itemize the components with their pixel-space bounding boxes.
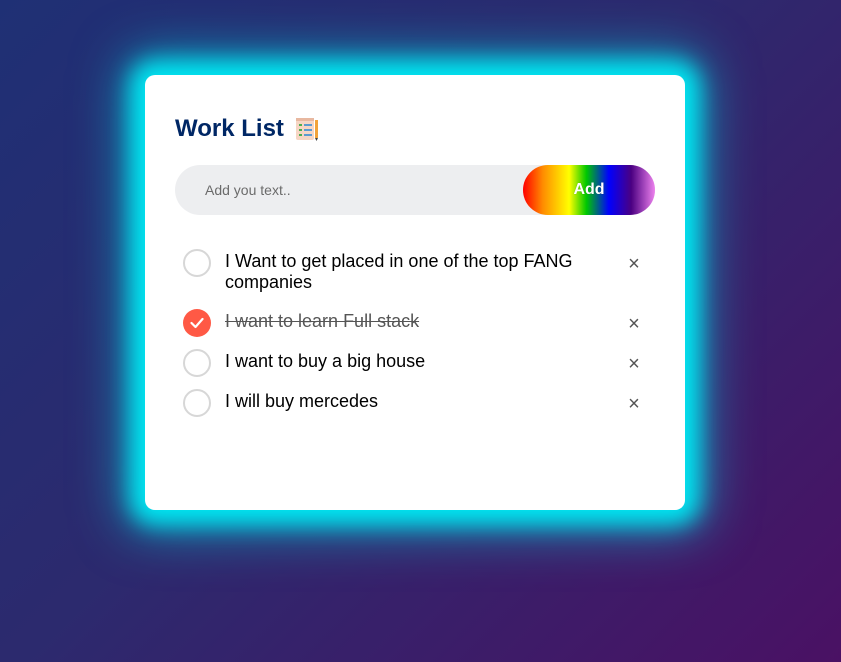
task-list: I Want to get placed in one of the top F…	[175, 245, 655, 425]
delete-task-button[interactable]: ×	[621, 391, 647, 417]
list-item[interactable]: I want to buy a big house ×	[175, 345, 655, 385]
checked-circle-icon[interactable]	[183, 309, 211, 337]
task-text: I Want to get placed in one of the top F…	[225, 251, 573, 292]
list-item[interactable]: I want to learn Full stack ×	[175, 305, 655, 345]
list-item[interactable]: I Want to get placed in one of the top F…	[175, 245, 655, 305]
add-button[interactable]: Add	[523, 165, 655, 215]
unchecked-circle-icon[interactable]	[183, 349, 211, 377]
page-title: Work List	[175, 115, 284, 142]
clipboard-list-icon	[294, 116, 320, 142]
delete-task-button[interactable]: ×	[621, 251, 647, 277]
add-task-row: Add	[175, 164, 655, 216]
check-mark-icon	[190, 317, 204, 329]
task-text: I want to learn Full stack	[225, 311, 420, 331]
todo-card: Work List Add I Want to get placed in on…	[145, 75, 685, 510]
task-text: I want to buy a big house	[225, 351, 426, 371]
unchecked-circle-icon[interactable]	[183, 389, 211, 417]
title-row: Work List	[175, 115, 320, 143]
task-text: I will buy mercedes	[225, 391, 379, 411]
list-item[interactable]: I will buy mercedes ×	[175, 385, 655, 425]
delete-task-button[interactable]: ×	[621, 311, 647, 337]
task-input[interactable]	[175, 164, 523, 216]
unchecked-circle-icon[interactable]	[183, 249, 211, 277]
delete-task-button[interactable]: ×	[621, 351, 647, 377]
